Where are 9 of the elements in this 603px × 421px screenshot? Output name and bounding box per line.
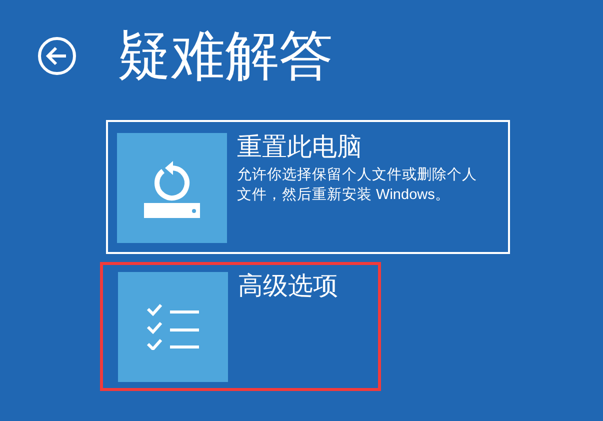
option-tile[interactable]: 重置此电脑 允许你选择保留个人文件或删除个人文件，然后重新安装 Windows。 [106,120,510,254]
back-button[interactable] [37,36,77,76]
option-title: 重置此电脑 [237,133,363,161]
option-description: 允许你选择保留个人文件或删除个人文件，然后重新安装 Windows。 [237,166,478,205]
reset-icon [143,161,201,219]
checklist-icon [147,304,199,350]
option-title: 高级选项 [238,272,338,300]
page-title: 疑难解答 [117,25,333,88]
option-tile[interactable]: 高级选项 [100,262,381,391]
